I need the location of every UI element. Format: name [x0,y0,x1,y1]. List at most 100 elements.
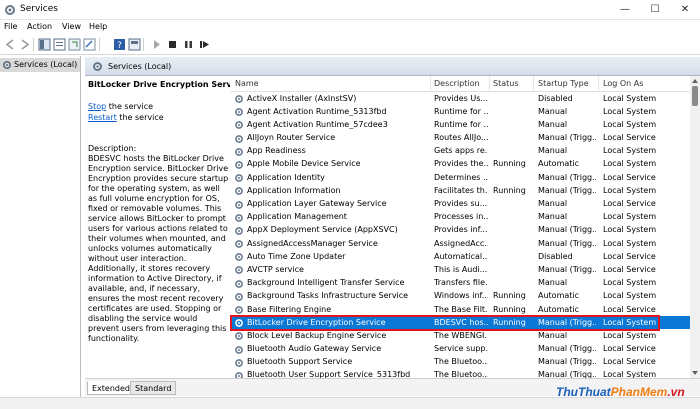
cell-log-on-as: Local System [603,159,657,169]
table-row[interactable]: Auto Time Zone Updater Automatical... Disa… [230,250,690,263]
list-rows: ActiveX Installer (AxInstSV) Provides Us.… [230,92,690,378]
column-header-description[interactable]: Description [434,79,480,88]
table-row[interactable]: Application Layer Gateway Service Provide… [230,198,690,211]
scroll-up-icon[interactable] [692,79,698,83]
table-row[interactable]: AssignedAccessManager Service AssignedAcc… [230,237,690,250]
menu-file[interactable]: File [4,22,17,31]
table-row[interactable]: Base Filtering Engine The Base Filt... Run… [230,303,690,316]
service-gear-icon [235,279,243,288]
scroll-thumb[interactable] [692,86,698,106]
gear-icon [2,60,12,70]
table-row[interactable]: Application Management Processes in... Man… [230,211,690,224]
cell-log-on-as: Local Service [603,264,656,274]
cell-description: AssignedAcc... [434,238,488,248]
cell-status: Running [493,304,526,314]
watermark-part-1: ThuThuat [556,385,611,399]
service-gear-icon [235,253,243,262]
cell-description: The Bluetoo... [434,370,488,378]
tree-item-services-local[interactable]: Services (Local) [0,58,80,72]
refresh-icon[interactable] [68,38,81,51]
stop-icon[interactable] [166,38,179,51]
cell-log-on-as: Local System [603,212,657,222]
watermark-part-2: PhanMem [610,385,668,399]
tab-extended[interactable]: Extended [87,381,135,395]
properties-icon[interactable] [53,38,66,51]
cell-description: Facilitates th... [434,185,488,195]
cell-name: Agent Activation Runtime_5313fbd [247,106,387,116]
cell-log-on-as: Local Service [603,251,656,261]
table-row[interactable]: Background Intelligent Transfer Service T… [230,277,690,290]
cell-description: Provides inf... [434,225,488,235]
help-icon[interactable]: ? [113,38,126,51]
service-gear-icon [235,213,243,222]
cell-log-on-as: Local Service [603,172,656,182]
gear-icon [93,62,102,71]
column-header-status[interactable]: Status [493,79,519,88]
service-gear-icon [235,187,243,196]
svg-text:?: ? [117,41,122,51]
close-button[interactable]: ✕ [672,2,698,18]
column-header-startup-type[interactable]: Startup Type [538,79,589,88]
cell-startup-type: Manual (Trigg... [538,225,596,235]
toolbar-separator [33,38,34,51]
table-row[interactable]: AVCTP service This is Audi... Manual (Trig… [230,263,690,276]
column-header-log-on-as[interactable]: Log On As [603,79,643,88]
export-icon[interactable] [83,38,96,51]
table-row[interactable]: Bluetooth Support Service The Bluetoo... M… [230,356,690,369]
pause-icon[interactable] [182,38,195,51]
tab-standard[interactable]: Standard [130,381,177,395]
maximize-button[interactable]: ☐ [642,2,668,18]
cell-startup-type: Manual [538,212,568,222]
cell-log-on-as: Local System [603,330,657,340]
menu-action[interactable]: Action [27,22,52,31]
cell-name: Application Identity [247,172,325,182]
menu-help[interactable]: Help [89,22,107,31]
column-header-name[interactable]: Name [235,79,259,88]
cell-description: Provides the... [434,159,488,169]
restart-service-link[interactable]: Restart [88,113,117,122]
show-hide-tree-icon[interactable] [38,38,51,51]
table-row[interactable]: BitLocker Drive Encryption Service BDESVC… [230,316,690,330]
column-divider[interactable] [489,76,490,92]
restart-icon[interactable] [198,38,211,51]
window-title: Services [20,4,58,14]
table-row[interactable]: Background Tasks Infrastructure Service W… [230,290,690,303]
cell-log-on-as: Local System [603,225,657,235]
cell-log-on-as: Local System [603,185,657,195]
table-row[interactable]: App Readiness Gets apps re... Manual Local … [230,145,690,158]
table-row[interactable]: Bluetooth User Support Service_5313fbd Th… [230,369,690,378]
console-icon[interactable] [128,38,141,51]
stop-service-link[interactable]: Stop [88,102,106,111]
forward-icon[interactable] [18,38,31,51]
cell-log-on-as: Local System [603,106,657,116]
services-list[interactable]: Name Description Status Startup Type Log… [230,76,690,378]
cell-status: Running [493,185,526,195]
column-divider[interactable] [430,76,431,92]
cell-log-on-as: Local System [603,146,657,156]
table-row[interactable]: Agent Activation Runtime_5313fbd Runtime … [230,105,690,118]
back-icon[interactable] [4,38,17,51]
table-row[interactable]: Apple Mobile Device Service Provides the.… [230,158,690,171]
toolbar: ? [0,35,700,55]
table-row[interactable]: AllJoyn Router Service Routes AllJo... Man… [230,132,690,145]
menu-view[interactable]: View [62,22,81,31]
column-divider[interactable] [598,76,599,92]
vertical-scrollbar[interactable] [690,76,700,378]
cell-startup-type: Manual (Trigg... [538,238,596,248]
table-row[interactable]: Application Identity Determines ... Manual… [230,171,690,184]
table-row[interactable]: Bluetooth Audio Gateway Service Service s… [230,343,690,356]
table-row[interactable]: ActiveX Installer (AxInstSV) Provides Us.… [230,92,690,105]
start-icon[interactable] [150,38,163,51]
cell-log-on-as: Local Service [603,133,656,143]
cell-startup-type: Manual (Trigg... [538,185,596,195]
services-app-icon [5,5,15,15]
table-row[interactable]: Application Information Facilitates th...… [230,184,690,197]
column-divider[interactable] [533,76,534,92]
minimize-button[interactable]: — [612,2,638,18]
table-row[interactable]: Agent Activation Runtime_57cdee3 Runtime … [230,118,690,131]
table-row[interactable]: AppX Deployment Service (AppXSVC) Provide… [230,224,690,237]
scroll-down-icon[interactable] [692,371,698,375]
cell-description: Service supp... [434,344,488,354]
service-gear-icon [235,240,243,248]
table-row[interactable]: Block Level Backup Engine Service The WBE… [230,329,690,342]
